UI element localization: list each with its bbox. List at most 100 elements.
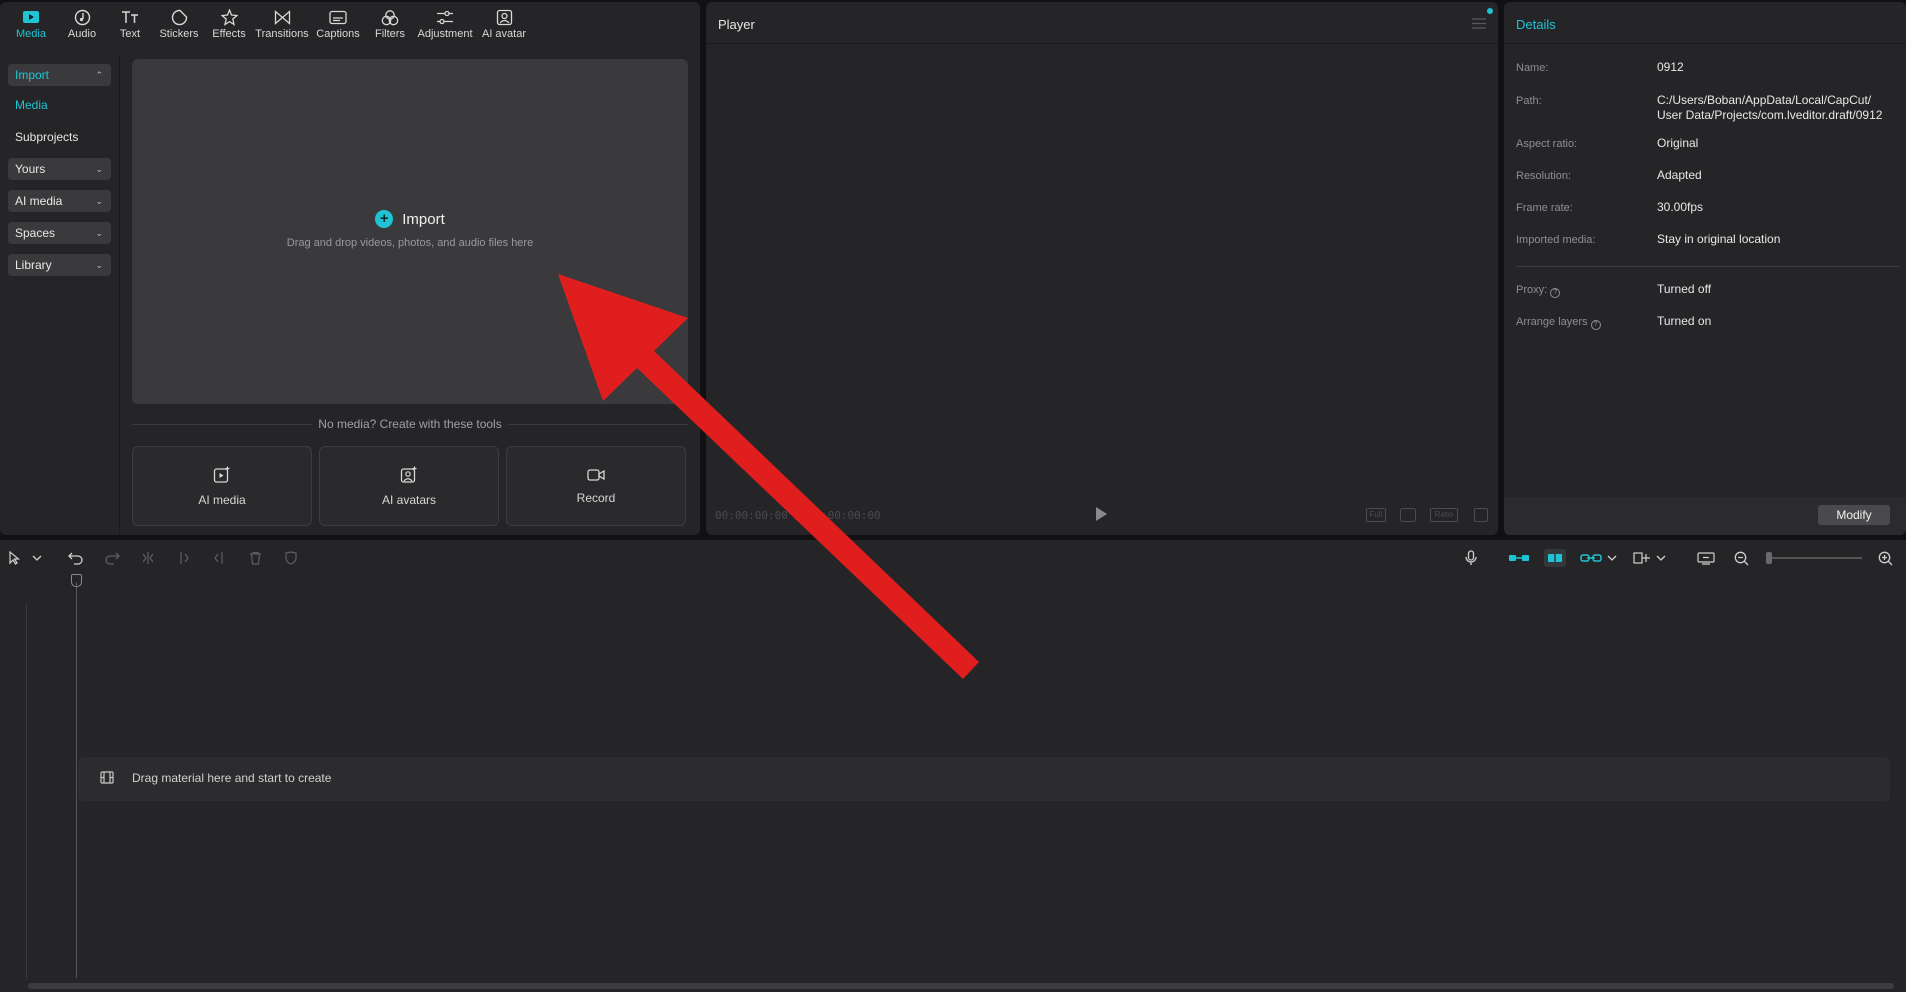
detail-path-line-2: User Data/Projects/com.lveditor.draft/09… (1657, 108, 1883, 122)
tab-media[interactable]: Media (4, 2, 58, 46)
details-panel: Details Name: 0912 Path: C:/Users/Boban/… (1504, 2, 1906, 535)
ratio-button[interactable]: Ratio (1430, 508, 1458, 522)
tab-effects[interactable]: Effects (204, 2, 254, 46)
help-icon[interactable]: ? (1550, 288, 1561, 298)
tab-ai-avatar[interactable]: AI avatar (476, 2, 532, 46)
player-controls: 00:00:00:00 / 00:00:00:00 Full Ratio (706, 497, 1498, 535)
detail-proxy-value: Turned off (1657, 282, 1712, 296)
detail-aspect-label: Aspect ratio: (1516, 138, 1578, 150)
tab-audio[interactable]: Audio (58, 2, 106, 46)
tab-captions[interactable]: Captions (310, 2, 366, 46)
detail-resolution-label: Resolution: (1516, 170, 1572, 182)
tab-stickers-label: Stickers (159, 28, 199, 40)
main-toolbar: Media Audio Text Stickers Effects Transi… (0, 2, 532, 46)
sidebar-item-spaces[interactable]: Spaces ⌄ (8, 222, 111, 244)
sidebar-item-subprojects[interactable]: Subprojects (15, 130, 78, 144)
tab-adjustment-label: Adjustment (417, 28, 473, 40)
menu-icon[interactable] (1472, 17, 1486, 32)
sidebar-spaces-label: Spaces (15, 226, 56, 240)
player-timecode: 00:00:00:00 / 00:00:00:00 (715, 509, 881, 522)
tab-effects-label: Effects (212, 28, 246, 40)
playhead-line[interactable] (76, 582, 77, 978)
timeline-drop-area[interactable]: Drag material here and start to create (78, 757, 1890, 801)
chevron-down-icon[interactable] (1603, 549, 1621, 567)
zoom-slider-handle[interactable] (1766, 552, 1772, 564)
split-left-icon[interactable] (175, 549, 193, 567)
player-panel: Player 00:00:00:00 / 00:00:00:00 Full Ra… (706, 2, 1498, 535)
tab-ai-avatar-label: AI avatar (481, 28, 527, 40)
sidebar-item-ai-media[interactable]: AI media ⌄ (8, 190, 111, 212)
tab-text[interactable]: Text (106, 2, 154, 46)
sidebar-item-import[interactable]: Import ⌃ (8, 64, 111, 86)
tab-text-label: Text (119, 28, 141, 40)
import-button[interactable]: + Import (132, 210, 688, 228)
linkage-icon[interactable] (1580, 549, 1602, 567)
auto-snap-icon[interactable] (1544, 549, 1566, 567)
notification-dot (1487, 8, 1493, 14)
zoom-slider-track[interactable] (1770, 557, 1862, 559)
tab-adjustment[interactable]: Adjustment (414, 2, 476, 46)
media-panel: Media Audio Text Stickers Effects Transi… (0, 2, 700, 535)
split-icon[interactable] (139, 549, 157, 567)
chevron-down-icon[interactable] (28, 549, 46, 567)
full-quality-button[interactable]: Full (1366, 508, 1386, 522)
record-button[interactable]: Record (506, 446, 686, 526)
play-icon[interactable] (1096, 507, 1107, 521)
screenshot-icon[interactable] (1400, 508, 1416, 522)
tab-transitions[interactable]: Transitions (254, 2, 310, 46)
ai-avatars-button[interactable]: AI avatars (319, 446, 499, 526)
shield-icon[interactable] (282, 549, 300, 567)
detail-resolution-value: Adapted (1657, 168, 1702, 182)
tab-stickers[interactable]: Stickers (154, 2, 204, 46)
sidebar-import-label: Import (15, 68, 50, 82)
modify-button[interactable]: Modify (1818, 505, 1890, 525)
sidebar-ai-media-label: AI media (15, 194, 63, 208)
main-track-magnet-icon[interactable] (1508, 549, 1530, 567)
ai-media-label: AI media (198, 492, 246, 507)
timeline-drop-label: Drag material here and start to create (132, 771, 332, 785)
details-title[interactable]: Details (1516, 17, 1556, 32)
sidebar-library-label: Library (15, 258, 52, 272)
detail-imported-label: Imported media: (1516, 234, 1596, 246)
tab-transitions-label: Transitions (255, 28, 309, 40)
undo-icon[interactable] (66, 549, 84, 567)
tab-media-label: Media (16, 28, 46, 40)
help-icon[interactable]: ? (1590, 320, 1601, 330)
sidebar-item-media[interactable]: Media (15, 98, 48, 112)
zoom-in-icon[interactable] (1876, 549, 1894, 567)
microphone-icon[interactable] (1462, 549, 1480, 567)
ai-avatars-label: AI avatars (381, 492, 437, 507)
delete-icon[interactable] (246, 549, 264, 567)
effects-icon (219, 8, 239, 26)
ai-avatar-icon (494, 8, 514, 26)
timeline-scrollbar[interactable] (28, 983, 1894, 989)
details-header: Details (1504, 2, 1906, 44)
media-sidebar: Import ⌃ Media Subprojects Yours ⌄ AI me… (0, 54, 120, 535)
adjustment-icon (435, 8, 455, 26)
import-subtitle: Drag and drop videos, photos, and audio … (286, 237, 534, 249)
audio-icon (72, 8, 92, 26)
fit-timeline-icon[interactable] (1696, 549, 1716, 567)
tools-divider: No media? Create with these tools (132, 416, 688, 432)
import-dropzone[interactable]: + Import Drag and drop videos, photos, a… (132, 59, 688, 404)
split-right-icon[interactable] (210, 549, 228, 567)
import-title: Import (402, 210, 445, 228)
chevron-up-icon: ⌃ (95, 70, 103, 80)
detail-imported-value: Stay in original location (1657, 232, 1781, 246)
sidebar-item-library[interactable]: Library ⌄ (8, 254, 111, 276)
playhead-handle[interactable] (71, 574, 82, 587)
record-label: Record (576, 490, 616, 505)
ai-media-button[interactable]: AI media (132, 446, 312, 526)
tab-filters[interactable]: Filters (366, 2, 414, 46)
select-cursor-icon[interactable] (6, 549, 24, 567)
sidebar-item-yours[interactable]: Yours ⌄ (8, 158, 111, 180)
captions-icon (328, 8, 348, 26)
zoom-out-icon[interactable] (1732, 549, 1750, 567)
fullscreen-icon[interactable] (1474, 508, 1488, 522)
chevron-down-icon: ⌄ (95, 228, 103, 238)
camera-icon (587, 468, 605, 485)
ai-avatars-icon (400, 466, 418, 487)
redo-icon[interactable] (103, 549, 121, 567)
preview-axis-icon[interactable] (1632, 549, 1652, 567)
chevron-down-icon[interactable] (1652, 549, 1670, 567)
